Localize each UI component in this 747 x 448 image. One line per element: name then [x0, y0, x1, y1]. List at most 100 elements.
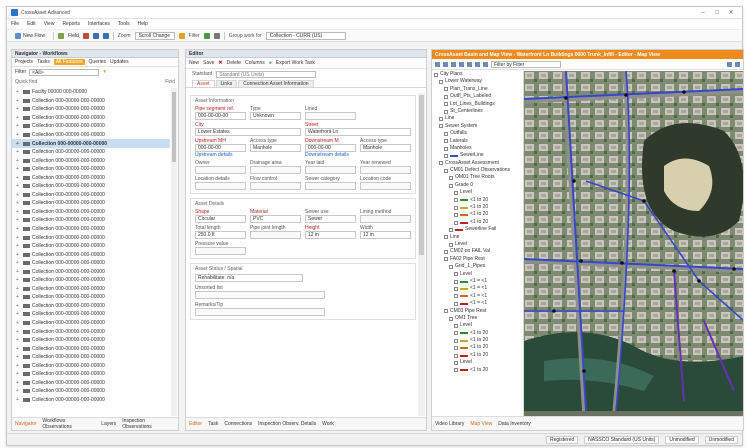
- list-item[interactable]: + Collection 000-00000-000-00000: [12, 327, 170, 336]
- layer-item[interactable]: Outfalls: [432, 130, 523, 137]
- list-item[interactable]: + Collection 000-00000-000-00000: [12, 131, 170, 140]
- layer-item[interactable]: <1 to 20: [432, 337, 523, 344]
- new-button[interactable]: New: [189, 60, 199, 66]
- find-button[interactable]: Find: [165, 79, 175, 85]
- layer-item[interactable]: City Plans: [432, 71, 523, 78]
- expand-icon[interactable]: +: [16, 294, 21, 300]
- pan-icon[interactable]: [435, 61, 440, 67]
- layer-checkbox[interactable]: [444, 153, 448, 158]
- expand-icon[interactable]: +: [16, 320, 21, 326]
- expand-icon[interactable]: +: [16, 141, 21, 147]
- menu-file[interactable]: File: [11, 21, 19, 27]
- list-item[interactable]: + Collection 000-00000-000-00000: [12, 173, 170, 182]
- layer-item[interactable]: <1 = <1: [432, 300, 523, 307]
- delete-icon[interactable]: ✖: [218, 60, 222, 66]
- tab-projects[interactable]: Projects: [15, 59, 33, 65]
- delete-icon[interactable]: [82, 32, 89, 39]
- list-item[interactable]: + Collection 000-00000-000-00000: [12, 97, 170, 106]
- map-settings-icon[interactable]: [727, 61, 732, 67]
- expand-icon[interactable]: +: [16, 397, 21, 403]
- list-item[interactable]: + Collection 000-00000-000-00000: [12, 379, 170, 388]
- delete-button[interactable]: Delete: [227, 60, 241, 66]
- menu-interfaces[interactable]: Interfaces: [88, 21, 110, 27]
- tab-workflow-observations[interactable]: Workflows Observations: [42, 418, 95, 430]
- field-input[interactable]: PVC: [250, 215, 301, 223]
- expand-icon[interactable]: +: [16, 243, 21, 249]
- layer-checkbox[interactable]: [444, 109, 448, 114]
- layer-checkbox[interactable]: [454, 220, 458, 225]
- menu-tools[interactable]: Tools: [118, 21, 130, 27]
- layer-checkbox[interactable]: [449, 242, 453, 247]
- tab-links[interactable]: Links: [215, 80, 238, 87]
- layer-checkbox[interactable]: [454, 190, 458, 195]
- layer-item[interactable]: <1 to 20: [432, 204, 523, 211]
- status-field[interactable]: Rehabilitate: n/a: [195, 274, 303, 282]
- unsorted-field[interactable]: [195, 291, 325, 299]
- layer-item[interactable]: Line: [432, 115, 523, 122]
- expand-icon[interactable]: +: [16, 158, 21, 164]
- list-item[interactable]: + Collection 000-00000-000-00000: [12, 156, 170, 165]
- measure-icon[interactable]: [483, 61, 488, 67]
- layer-item[interactable]: Manholes: [432, 145, 523, 152]
- expand-icon[interactable]: +: [16, 380, 21, 386]
- navigator-scrollbar[interactable]: [171, 88, 177, 416]
- layer-checkbox[interactable]: [444, 94, 448, 99]
- field-input[interactable]: Unknown: [250, 112, 301, 120]
- list-item[interactable]: + Collection 000-00000-000-00000: [12, 362, 170, 371]
- expand-icon[interactable]: +: [16, 183, 21, 189]
- layer-item[interactable]: CrossAsset Assessment: [432, 160, 523, 167]
- layer-item[interactable]: Lower Waterway: [432, 78, 523, 85]
- layer-item[interactable]: Sewer System: [432, 123, 523, 130]
- export-button[interactable]: Export Work Task: [276, 60, 315, 66]
- layer-checkbox[interactable]: [444, 257, 448, 262]
- field-input[interactable]: [250, 231, 301, 239]
- extent-icon[interactable]: [459, 61, 464, 67]
- list-item[interactable]: + Collection 000-00000-000-00000: [12, 370, 170, 379]
- tab-connections[interactable]: Connections: [224, 421, 252, 427]
- tab-map-view[interactable]: Map View: [470, 421, 492, 427]
- layer-checkbox[interactable]: [454, 213, 458, 218]
- layer-item[interactable]: Level: [432, 271, 523, 278]
- layer-item[interactable]: <1 to 20: [432, 211, 523, 218]
- layer-item[interactable]: <1 to 20: [432, 197, 523, 204]
- layer-checkbox[interactable]: [449, 227, 453, 232]
- standard-select[interactable]: Standard (US Units): [216, 70, 317, 78]
- layer-item[interactable]: <1 = <1: [432, 278, 523, 285]
- expand-icon[interactable]: +: [16, 371, 21, 377]
- field-input[interactable]: [360, 215, 411, 223]
- layer-item[interactable]: OM1 Tree: [432, 315, 523, 322]
- back-icon[interactable]: [92, 32, 99, 39]
- expand-icon[interactable]: +: [16, 217, 21, 223]
- tab-navigator[interactable]: Navigator: [15, 421, 36, 427]
- list-item[interactable]: + Collection 000-00000-000-00000: [12, 242, 170, 251]
- layer-item[interactable]: Plan_Trans_Line: [432, 86, 523, 93]
- layer-item[interactable]: Level: [432, 189, 523, 196]
- list-item[interactable]: + Collection 000-00000-000-00000: [12, 336, 170, 345]
- expand-icon[interactable]: +: [16, 277, 21, 283]
- menu-edit[interactable]: Edit: [27, 21, 36, 27]
- field-input[interactable]: [250, 182, 301, 190]
- filter-icon[interactable]: ▼: [102, 69, 107, 75]
- expand-icon[interactable]: +: [16, 106, 21, 112]
- field-label[interactable]: Field: [68, 33, 79, 39]
- field-input[interactable]: [305, 182, 356, 190]
- field-icon[interactable]: [57, 32, 64, 39]
- field-input[interactable]: Circular: [195, 215, 246, 223]
- tab-connection-asset-info[interactable]: Connection Asset Information: [238, 80, 314, 87]
- expand-icon[interactable]: +: [16, 166, 21, 172]
- field-input[interactable]: 000-00-00-00: [195, 112, 246, 120]
- list-item[interactable]: + Collection 000-00000-000-00000: [12, 165, 170, 174]
- expand-icon[interactable]: +: [16, 192, 21, 198]
- list-item[interactable]: + Collection 000-00000-000-00000: [12, 233, 170, 242]
- expand-icon[interactable]: +: [16, 132, 21, 138]
- minimize-button[interactable]: –: [696, 10, 710, 16]
- refresh-icon[interactable]: [203, 32, 210, 39]
- layer-checkbox[interactable]: [444, 168, 448, 173]
- layer-checkbox[interactable]: [444, 102, 448, 107]
- layer-checkbox[interactable]: [454, 279, 458, 284]
- list-item[interactable]: + Collection 000-00000-000-00000: [12, 319, 170, 328]
- layer-checkbox[interactable]: [434, 72, 438, 77]
- layer-item[interactable]: Outfl_Pts_Labeled: [432, 93, 523, 100]
- layer-checkbox[interactable]: [439, 80, 443, 85]
- list-item[interactable]: + Collection 000-00000-000-00000: [12, 387, 170, 396]
